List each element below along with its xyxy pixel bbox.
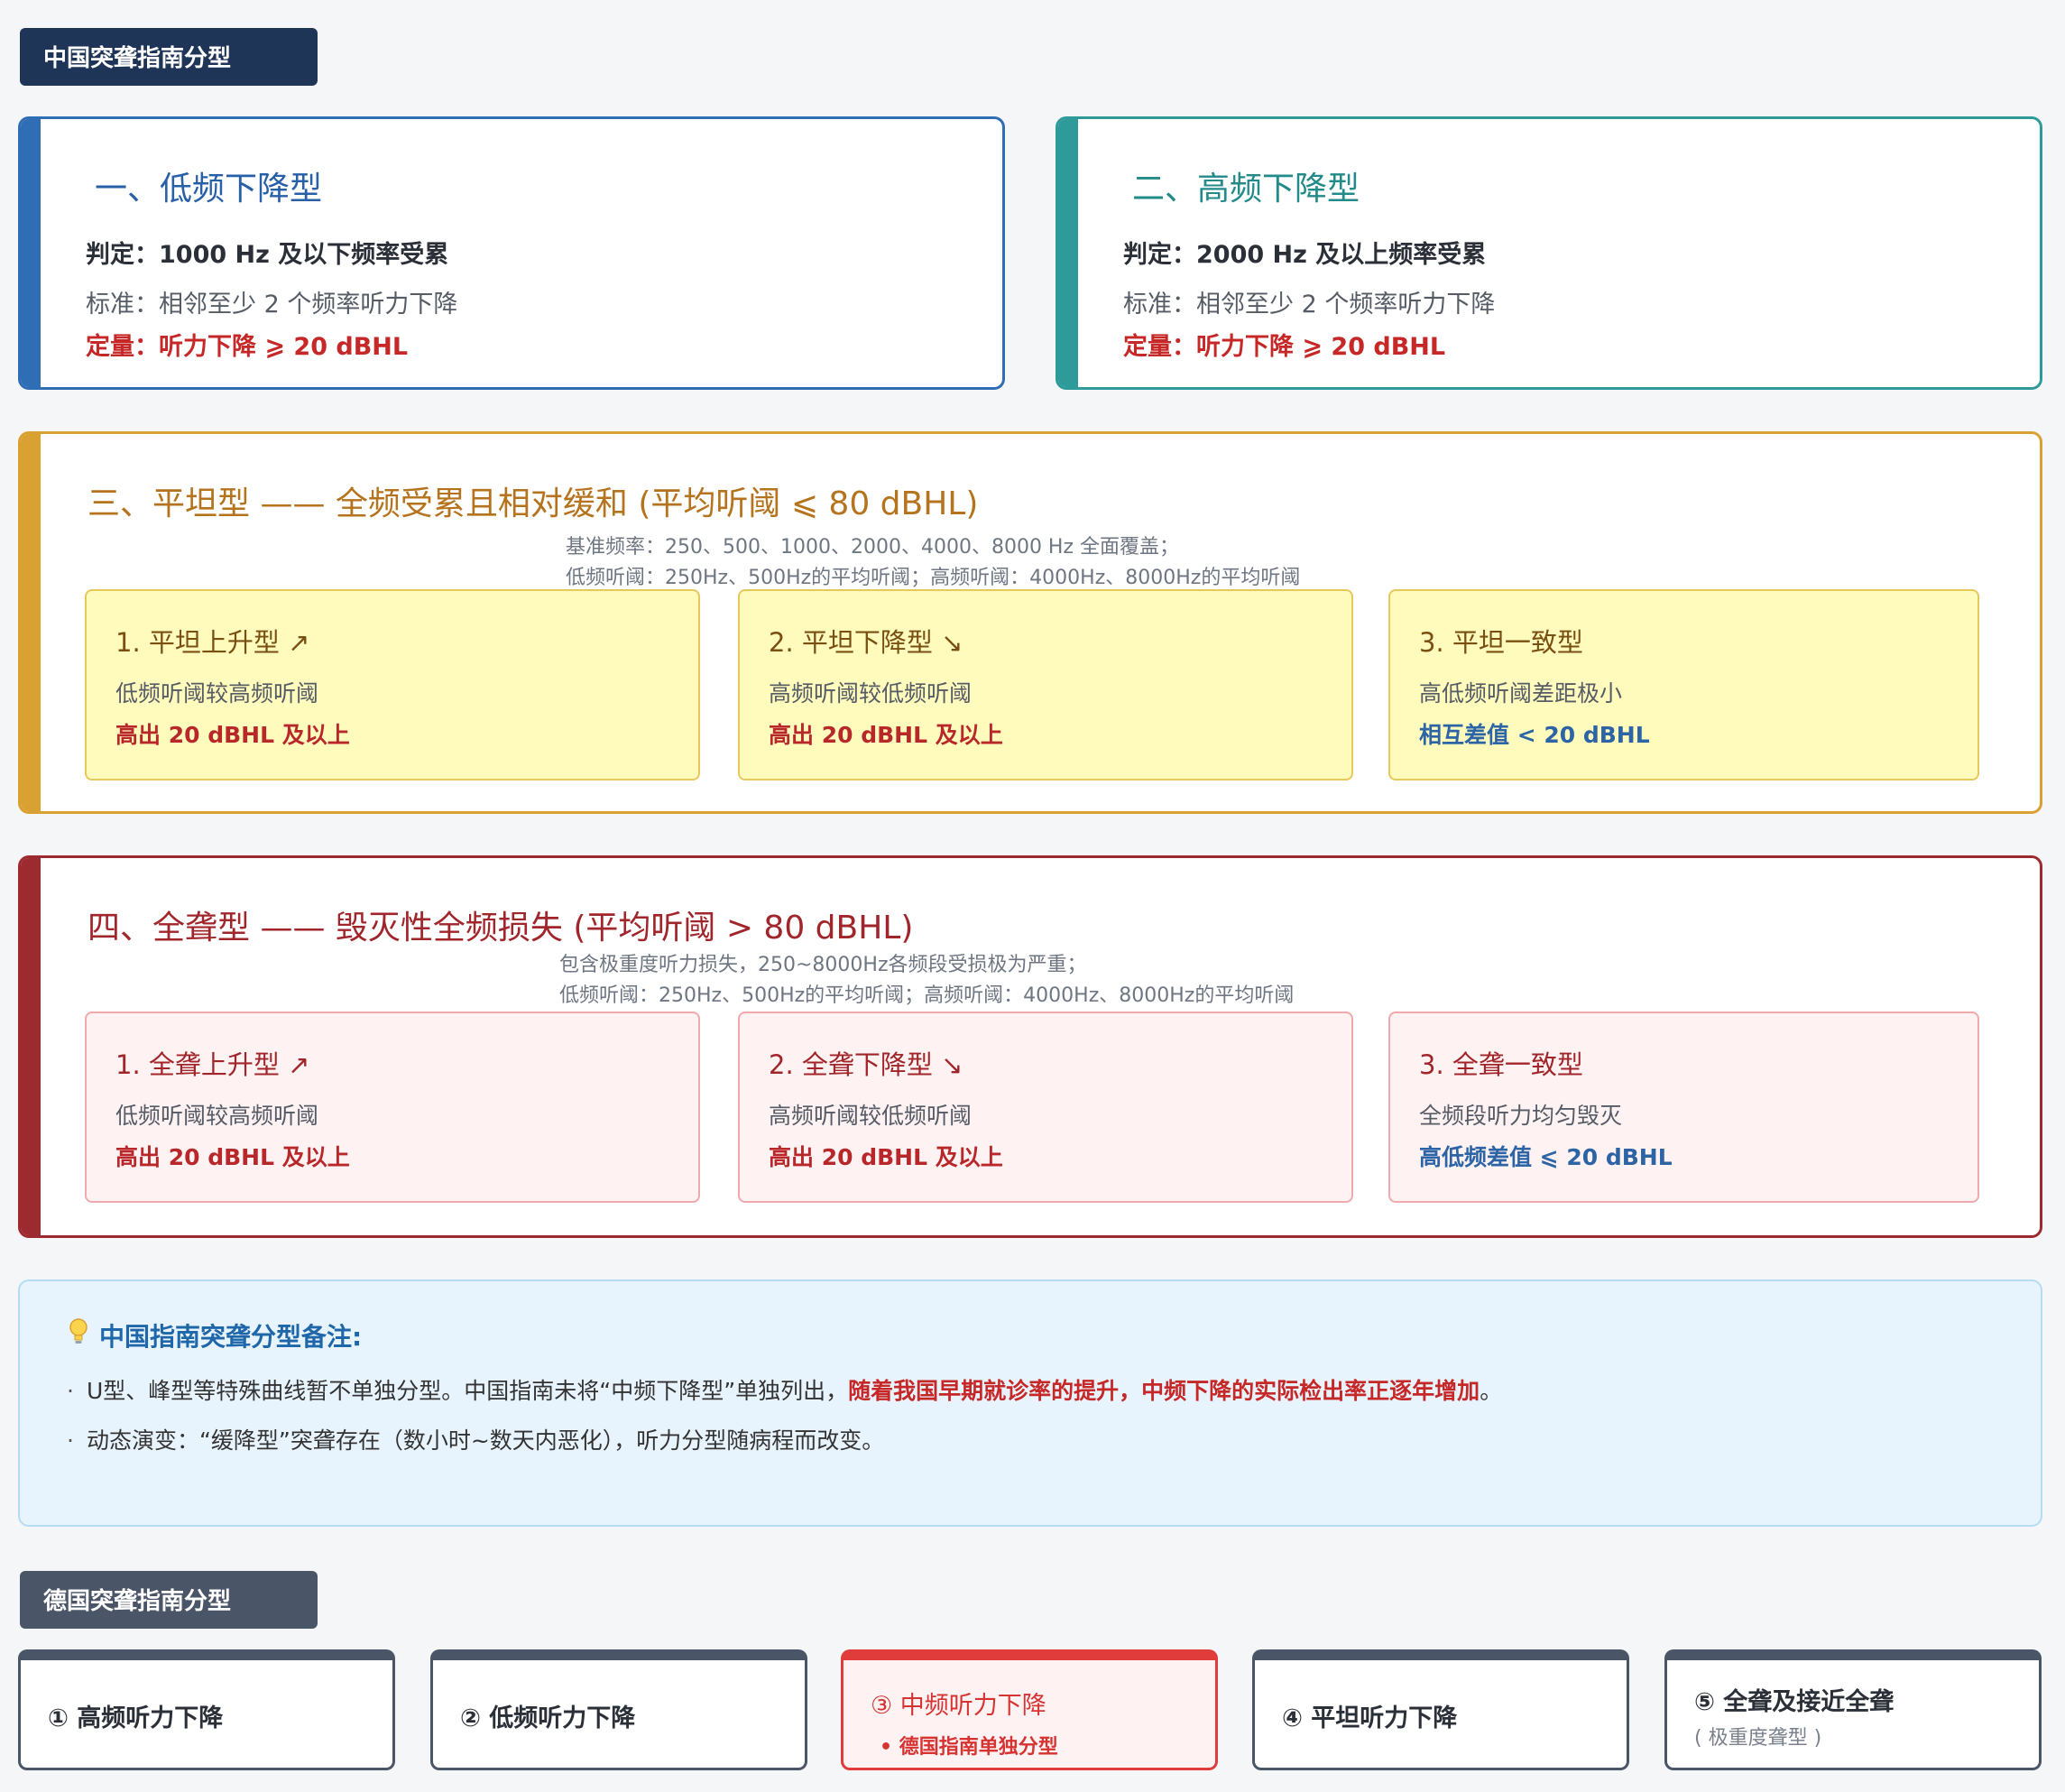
germany-type-sub: ( 极重度聋型 ): [1694, 1727, 1822, 1750]
deaf-note-thresholds: 低频听阈：250Hz、500Hz的平均听阈；高频听阈：4000Hz、8000Hz…: [559, 984, 1295, 1007]
remark-bullet-1: · U型、峰型等特殊曲线暂不单独分型。中国指南未将“中频下降型”单独列出，随着我国…: [67, 1373, 1502, 1406]
deaf-subtype-rising: 1. 全聋上升型 ↗ 低频听阈较高频听阈 高出 20 dBHL 及以上: [85, 1011, 700, 1203]
deaf-accent-bar: [21, 858, 41, 1235]
flat-note-frequencies: 基准频率：250、500、1000、2000、4000、8000 Hz 全面覆盖…: [566, 536, 1180, 559]
subtype-value: 高出 20 dBHL 及以上: [115, 1144, 350, 1170]
subtype-title: 3. 全聋一致型: [1419, 1049, 1583, 1080]
remark-bullet-2: · 动态演变：“缓降型”突聋存在（数小时~数天内恶化），听力分型随病程而改变。: [67, 1423, 884, 1455]
subtype-value: 高出 20 dBHL 及以上: [115, 722, 350, 748]
flat-subtype-falling: 2. 平坦下降型 ↘ 高频听阈较低频听阈 高出 20 dBHL 及以上: [738, 589, 1353, 781]
low-standard: 标准：相邻至少 2 个频率听力下降: [86, 291, 458, 319]
deaf-note-severity: 包含极重度听力损失，250~8000Hz各频段受损极为严重；: [559, 954, 1087, 976]
low-frequency-card: 一、低频下降型 判定：1000 Hz 及以下频率受累 标准：相邻至少 2 个频率…: [18, 116, 1005, 390]
subtype-title: 2. 平坦下降型 ↘: [769, 627, 963, 658]
subtype-desc: 高频听阈较低频听阈: [769, 680, 973, 707]
subtype-title: 1. 全聋上升型 ↗: [115, 1049, 310, 1080]
lightbulb-icon: [67, 1318, 90, 1352]
flat-accent-bar: [21, 434, 41, 811]
low-judge: 判定：1000 Hz 及以下频率受累: [86, 241, 449, 269]
subtype-value: 高出 20 dBHL 及以上: [769, 722, 1003, 748]
subtype-desc: 低频听阈较高频听阈: [115, 1103, 319, 1129]
deaf-subtype-falling: 2. 全聋下降型 ↘ 高频听阈较低频听阈 高出 20 dBHL 及以上: [738, 1011, 1353, 1203]
germany-type-label: ③ 中频听力下降: [871, 1692, 1046, 1720]
high-standard: 标准：相邻至少 2 个频率听力下降: [1123, 291, 1496, 319]
subtype-desc: 高频听阈较低频听阈: [769, 1103, 973, 1129]
germany-type-mid: ③ 中频听力下降 • 德国指南单独分型: [841, 1649, 1218, 1770]
germany-type-label: ④ 平坦听力下降: [1282, 1704, 1458, 1732]
deaf-subtype-uniform: 3. 全聋一致型 全频段听力均匀毁灭 高低频差值 ⩽ 20 dBHL: [1388, 1011, 1979, 1203]
germany-type-sub: • 德国指南单独分型: [880, 1736, 1058, 1759]
high-frequency-card: 二、高频下降型 判定：2000 Hz 及以上频率受累 标准：相邻至少 2 个频率…: [1056, 116, 2042, 390]
bullet-text: U型、峰型等特殊曲线暂不单独分型。中国指南未将“中频下降型”单独列出，: [86, 1378, 849, 1404]
subtype-title: 1. 平坦上升型 ↗: [115, 627, 310, 658]
remark-title-text: 中国指南突聋分型备注:: [99, 1322, 363, 1352]
subtype-value: 高出 20 dBHL 及以上: [769, 1144, 1003, 1170]
germany-type-low: ② 低频听力下降: [430, 1649, 807, 1770]
remark-title: 中国指南突聋分型备注:: [67, 1317, 362, 1353]
bullet-end: 。: [1480, 1378, 1503, 1404]
bullet-dot: ·: [67, 1378, 74, 1404]
germany-type-total: ⑤ 全聋及接近全聋 ( 极重度聋型 ): [1664, 1649, 2042, 1770]
germany-type-label: ② 低频听力下降: [460, 1704, 636, 1732]
bullet-highlight: 随着我国早期就诊率的提升，中频下降的实际检出率正逐年增加: [848, 1378, 1480, 1404]
flat-subtype-rising: 1. 平坦上升型 ↗ 低频听阈较高频听阈 高出 20 dBHL 及以上: [85, 589, 700, 781]
subtype-desc: 全频段听力均匀毁灭: [1419, 1103, 1623, 1129]
germany-type-sub-text: 德国指南单独分型: [899, 1736, 1058, 1759]
total-deafness-card: 四、全聋型 —— 毁灭性全频损失 (平均听阈 > 80 dBHL) 包含极重度听…: [18, 855, 2042, 1238]
germany-type-label: ⑤ 全聋及接近全聋: [1694, 1688, 1894, 1716]
bullet-dot: ·: [67, 1427, 74, 1454]
china-guideline-tag: 中国突聋指南分型: [20, 28, 318, 86]
high-judge: 判定：2000 Hz 及以上频率受累: [1123, 241, 1487, 269]
high-accent-bar: [1058, 119, 1078, 387]
low-quant: 定量：听力下降 ⩾ 20 dBHL: [86, 333, 409, 361]
china-remark-box: 中国指南突聋分型备注: · U型、峰型等特殊曲线暂不单独分型。中国指南未将“中频下…: [18, 1279, 2042, 1527]
germany-type-high: ① 高频听力下降: [18, 1649, 395, 1770]
subtype-desc: 高低频听阈差距极小: [1419, 680, 1623, 707]
deaf-title: 四、全聋型 —— 毁灭性全频损失 (平均听阈 > 80 dBHL): [88, 910, 914, 947]
high-quant: 定量：听力下降 ⩾ 20 dBHL: [1123, 333, 1446, 361]
subtype-title: 2. 全聋下降型 ↘: [769, 1049, 963, 1080]
germany-type-flat: ④ 平坦听力下降: [1252, 1649, 1629, 1770]
bullet-text: 动态演变：“缓降型”突聋存在（数小时~数天内恶化），听力分型随病程而改变。: [86, 1427, 885, 1454]
flat-subtype-uniform: 3. 平坦一致型 高低频听阈差距极小 相互差值 < 20 dBHL: [1388, 589, 1979, 781]
subtype-value: 高低频差值 ⩽ 20 dBHL: [1419, 1144, 1673, 1170]
low-title: 一、低频下降型: [95, 171, 323, 208]
high-title: 二、高频下降型: [1132, 171, 1360, 208]
low-accent-bar: [21, 119, 41, 387]
subtype-title: 3. 平坦一致型: [1419, 627, 1583, 658]
flat-type-card: 三、平坦型 —— 全频受累且相对缓和 (平均听阈 ⩽ 80 dBHL) 基准频率…: [18, 431, 2042, 814]
subtype-desc: 低频听阈较高频听阈: [115, 680, 319, 707]
flat-title: 三、平坦型 —— 全频受累且相对缓和 (平均听阈 ⩽ 80 dBHL): [88, 485, 979, 522]
subtype-value: 相互差值 < 20 dBHL: [1419, 722, 1650, 748]
germany-guideline-tag: 德国突聋指南分型: [20, 1571, 318, 1629]
germany-type-label: ① 高频听力下降: [48, 1704, 224, 1732]
flat-note-thresholds: 低频听阈：250Hz、500Hz的平均听阈；高频听阈：4000Hz、8000Hz…: [566, 567, 1301, 589]
